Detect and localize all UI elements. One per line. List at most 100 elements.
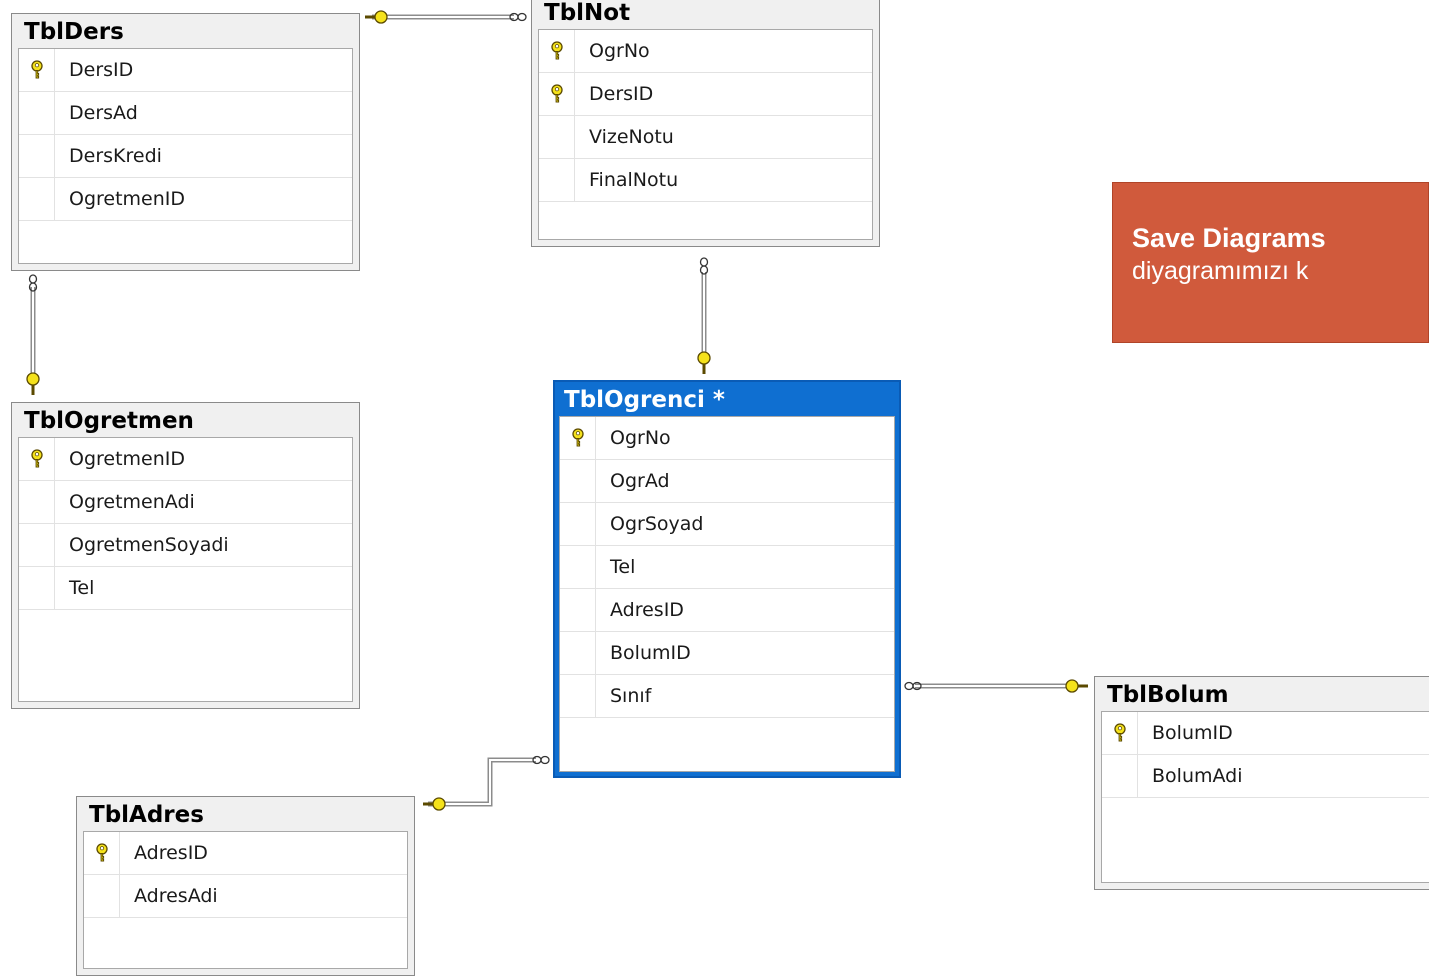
table-title[interactable]: TblDers <box>12 14 359 48</box>
table-title[interactable]: TblOgrenci * <box>555 382 899 416</box>
row-selector[interactable] <box>560 589 596 631</box>
row-selector[interactable] <box>19 438 55 480</box>
callout-text: diyagramımızı k <box>1132 257 1309 285</box>
row-selector[interactable] <box>19 567 55 609</box>
diagram-canvas: TblDers DersID DersAd DersKredi OgretmenID Tb… <box>0 0 1429 976</box>
column-row[interactable]: AdresAdi <box>84 875 407 918</box>
many-end-icon <box>28 274 38 284</box>
column-name: OgrSoyad <box>610 513 704 535</box>
column-name: DersAd <box>69 102 138 124</box>
primary-key-icon <box>95 843 109 863</box>
primary-key-icon <box>550 41 564 61</box>
row-selector[interactable] <box>19 135 55 177</box>
column-name: AdresAdi <box>134 885 218 907</box>
row-selector[interactable] <box>560 546 596 588</box>
column-row[interactable]: DersAd <box>19 92 352 135</box>
column-name: OgretmenID <box>69 188 186 210</box>
one-end-key-icon <box>1065 679 1079 693</box>
column-row[interactable]: AdresID <box>560 589 894 632</box>
column-row[interactable]: DersID <box>19 49 352 92</box>
primary-key-icon <box>30 449 44 469</box>
row-selector[interactable] <box>19 92 55 134</box>
column-row[interactable]: Sınıf <box>560 675 894 718</box>
table-ders[interactable]: TblDers DersID DersAd DersKredi OgretmenID <box>11 13 360 271</box>
many-end-icon <box>699 257 709 267</box>
column-row[interactable]: AdresID <box>84 832 407 875</box>
row-selector[interactable] <box>19 524 55 566</box>
one-end-key-icon <box>374 10 388 24</box>
one-end-key-icon <box>432 797 446 811</box>
column-name: AdresID <box>610 599 684 621</box>
rel-adres-ogrenci <box>428 757 536 807</box>
column-name: DersID <box>589 83 654 105</box>
primary-key-icon <box>571 428 585 448</box>
column-row[interactable]: Tel <box>19 567 352 610</box>
column-row[interactable]: BolumID <box>1102 712 1429 755</box>
column-name: BolumID <box>1152 722 1233 744</box>
table-ogretmen[interactable]: TblOgretmen OgretmenID OgretmenAdi Ogretmen… <box>11 402 360 709</box>
column-name: BolumAdi <box>1152 765 1243 787</box>
many-end-icon <box>517 12 527 22</box>
column-grid: BolumID BolumAdi <box>1101 711 1429 883</box>
column-name: OgretmenID <box>69 448 186 470</box>
row-selector[interactable] <box>19 49 55 91</box>
row-selector[interactable] <box>539 73 575 115</box>
row-selector[interactable] <box>84 875 120 917</box>
column-row[interactable]: OgrNo <box>539 30 872 73</box>
table-title[interactable]: TblBolum <box>1095 677 1429 711</box>
row-selector[interactable] <box>560 632 596 674</box>
column-name: Tel <box>69 577 95 599</box>
row-selector[interactable] <box>539 30 575 72</box>
column-name: Sınıf <box>610 685 652 707</box>
table-bolum[interactable]: TblBolum BolumID BolumAdi <box>1094 676 1429 890</box>
row-selector[interactable] <box>539 116 575 158</box>
column-row[interactable]: FinalNotu <box>539 159 872 202</box>
column-grid: OgretmenID OgretmenAdi OgretmenSoyadi Tel <box>18 437 353 702</box>
column-name: FinalNotu <box>589 169 679 191</box>
one-end-key-icon <box>26 372 40 386</box>
row-selector[interactable] <box>560 675 596 717</box>
column-row[interactable]: OgrAd <box>560 460 894 503</box>
column-grid: OgrNo OgrAd OgrSoyad Tel AdresID BolumID Sınıf <box>559 416 895 772</box>
column-grid: DersID DersAd DersKredi OgretmenID <box>18 48 353 264</box>
column-name: DersKredi <box>69 145 162 167</box>
column-name: DersID <box>69 59 134 81</box>
table-ogrenci[interactable]: TblOgrenci * OgrNo OgrAd OgrSoyad Tel AdresID… <box>553 380 901 778</box>
rel-adres-ogrenci-inner <box>428 759 536 805</box>
column-row[interactable]: DersKredi <box>19 135 352 178</box>
column-row[interactable]: OgretmenID <box>19 178 352 221</box>
table-title[interactable]: TblNot <box>532 0 879 29</box>
primary-key-icon <box>550 84 564 104</box>
primary-key-icon <box>30 60 44 80</box>
column-row[interactable]: OgretmenID <box>19 438 352 481</box>
table-not[interactable]: TblNot OgrNo DersID VizeNotu FinalNotu <box>531 0 880 247</box>
row-selector[interactable] <box>1102 755 1138 797</box>
row-selector[interactable] <box>19 178 55 220</box>
column-row[interactable]: DersID <box>539 73 872 116</box>
column-name: OgrNo <box>610 427 671 449</box>
row-selector[interactable] <box>19 481 55 523</box>
tooltip-callout: Save Diagrams diyagramımızı k <box>1112 182 1429 343</box>
column-row[interactable]: Tel <box>560 546 894 589</box>
row-selector[interactable] <box>1102 712 1138 754</box>
column-name: OgrAd <box>610 470 670 492</box>
row-selector[interactable] <box>84 832 120 874</box>
row-selector[interactable] <box>560 460 596 502</box>
column-name: OgrNo <box>589 40 650 62</box>
column-grid: OgrNo DersID VizeNotu FinalNotu <box>538 29 873 240</box>
column-row[interactable]: VizeNotu <box>539 116 872 159</box>
table-title[interactable]: TblOgretmen <box>12 403 359 437</box>
column-name: VizeNotu <box>589 126 674 148</box>
column-row[interactable]: OgretmenSoyadi <box>19 524 352 567</box>
row-selector[interactable] <box>560 503 596 545</box>
column-row[interactable]: OgrNo <box>560 417 894 460</box>
callout-title: Save Diagrams <box>1132 223 1326 253</box>
column-row[interactable]: BolumID <box>560 632 894 675</box>
row-selector[interactable] <box>539 159 575 201</box>
column-row[interactable]: OgrSoyad <box>560 503 894 546</box>
row-selector[interactable] <box>560 417 596 459</box>
column-row[interactable]: OgretmenAdi <box>19 481 352 524</box>
column-row[interactable]: BolumAdi <box>1102 755 1429 798</box>
table-adres[interactable]: TblAdres AdresID AdresAdi <box>76 796 415 976</box>
table-title[interactable]: TblAdres <box>77 797 414 831</box>
